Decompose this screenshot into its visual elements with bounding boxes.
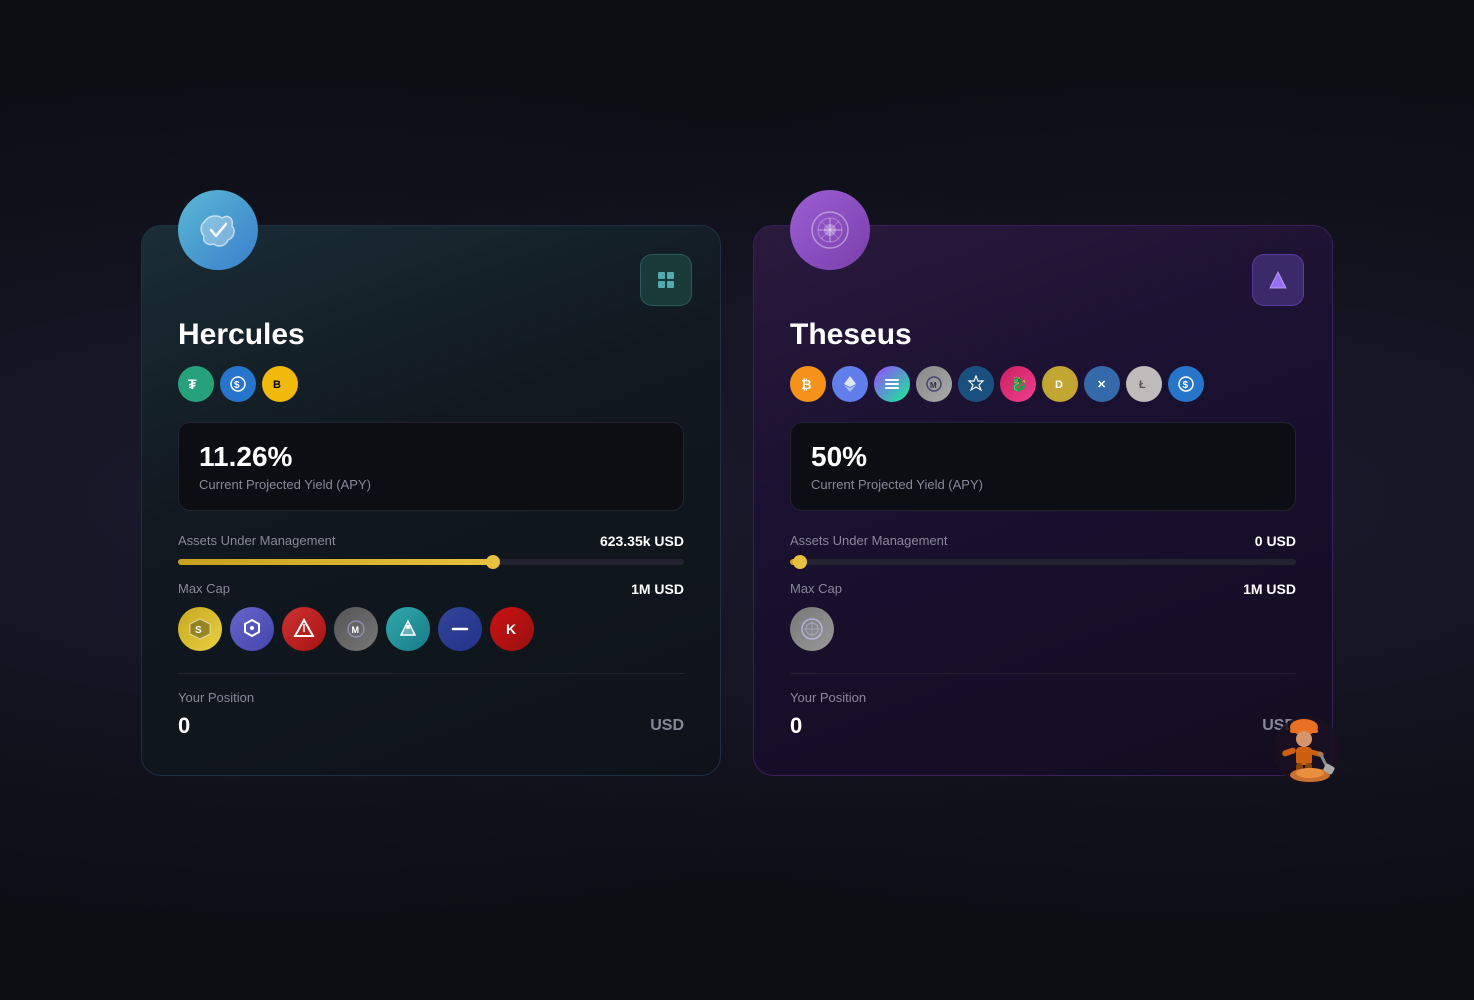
token-mim-t: M [916,366,952,402]
theseus-position-label: Your Position [790,690,1296,705]
hercules-position-label: Your Position [178,690,684,705]
token-eth [832,366,868,402]
hercules-apy-value: 11.26% [199,441,663,473]
svg-text:D: D [1055,379,1063,391]
theseus-protocols [790,607,1296,651]
theseus-aum-row: Assets Under Management 0 USD [790,533,1296,549]
theseus-token-icons: ₿ M 🐉 D [790,366,1296,402]
svg-text:$: $ [234,380,240,391]
hercules-apy-label: Current Projected Yield (APY) [199,477,663,492]
hercules-aum-value: 623.35k USD [600,533,684,549]
theseus-maxcap-row: Max Cap 1M USD [790,581,1296,597]
theseus-position-value: 0 [790,713,802,739]
hercules-aum-label: Assets Under Management [178,533,336,548]
theseus-progress-thumb [793,555,807,569]
token-ltc: Ł [1126,366,1162,402]
svg-text:$: $ [1183,380,1189,391]
svg-text:M: M [352,625,360,635]
theseus-maxcap-label: Max Cap [790,581,842,596]
svg-text:🐉: 🐉 [1010,376,1027,393]
protocol-theseus-main [790,607,834,651]
svg-text:₮: ₮ [188,376,197,392]
theseus-apy-box: 50% Current Projected Yield (APY) [790,422,1296,511]
svg-text:₿: ₿ [801,377,812,392]
protocol-synthetix: S [178,607,222,651]
theseus-apy-value: 50% [811,441,1275,473]
hercules-position-value: 0 [178,713,190,739]
svg-text:S: S [195,625,202,636]
hercules-maxcap-row: Max Cap 1M USD [178,581,684,597]
token-comp [958,366,994,402]
hercules-position-row: 0 USD [178,713,684,739]
hercules-card: Hercules ₮ $ B 11.26% Current Projected … [141,225,721,776]
token-doge: D [1042,366,1078,402]
hercules-action-button[interactable] [640,254,692,306]
theseus-progress-bar [790,559,1296,565]
token-xrp: ✕ [1084,366,1120,402]
theseus-position-row: 0 USD [790,713,1296,739]
theseus-aum-value: 0 USD [1255,533,1296,549]
cards-container: Hercules ₮ $ B 11.26% Current Projected … [141,225,1333,776]
protocol-kwenta: K [490,607,534,651]
svg-text:M: M [930,381,937,390]
protocol-generic [438,607,482,651]
svg-text:B: B [273,379,281,391]
hercules-progress-fill [178,559,493,565]
protocol-mim: M [334,607,378,651]
token-usdc: $ [220,366,256,402]
theseus-action-button[interactable] [1252,254,1304,306]
hercules-progress-bar [178,559,684,565]
hercules-avatar [178,190,258,270]
hercules-maxcap-value: 1M USD [631,581,684,597]
hercules-progress-thumb [486,555,500,569]
theseus-title: Theseus [790,318,1296,352]
hercules-protocols: S M K [178,607,684,651]
theseus-aum-label: Assets Under Management [790,533,948,548]
theseus-divider [790,673,1296,674]
protocol-chainlink [230,607,274,651]
svg-text:K: K [506,621,516,637]
token-usdc2: $ [1168,366,1204,402]
protocol-arbitrum [282,607,326,651]
hercules-token-icons: ₮ $ B [178,366,684,402]
hercules-divider [178,673,684,674]
theseus-card: Theseus ₿ M 🐉 [753,225,1333,776]
token-busd: B [262,366,298,402]
worker-icon [1252,695,1342,785]
protocol-aave [386,607,430,651]
token-usdt: ₮ [178,366,214,402]
token-btc: ₿ [790,366,826,402]
token-sol [874,366,910,402]
hercules-position-currency: USD [650,717,684,735]
hercules-title: Hercules [178,318,684,352]
theseus-apy-label: Current Projected Yield (APY) [811,477,1275,492]
hercules-aum-row: Assets Under Management 623.35k USD [178,533,684,549]
svg-text:✕: ✕ [1097,379,1106,391]
theseus-maxcap-value: 1M USD [1243,581,1296,597]
token-dragon: 🐉 [1000,366,1036,402]
hercules-apy-box: 11.26% Current Projected Yield (APY) [178,422,684,511]
svg-text:Ł: Ł [1139,379,1146,391]
hercules-maxcap-label: Max Cap [178,581,230,596]
theseus-avatar [790,190,870,270]
